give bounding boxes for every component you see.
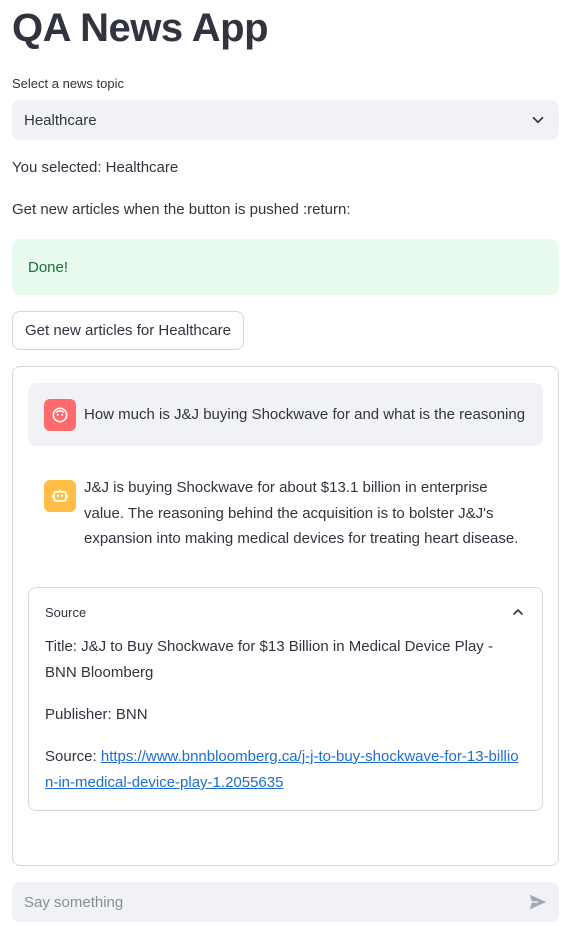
source-expander: Source Title: J&J to Buy Shockwave for $… — [28, 587, 543, 811]
topic-select-label: Select a news topic — [12, 76, 125, 91]
source-details: Title: J&J to Buy Shockwave for $13 Bill… — [45, 634, 526, 812]
user-face-icon — [44, 398, 76, 431]
send-icon[interactable] — [527, 891, 549, 913]
chat-message-user: How much is J&J buying Shockwave for and… — [28, 383, 543, 446]
get-articles-button[interactable]: Get new articles for Healthcare — [12, 311, 244, 350]
source-expander-header[interactable]: Source — [45, 602, 526, 622]
success-alert: Done! — [12, 239, 559, 295]
topic-select[interactable]: Healthcare — [12, 100, 559, 140]
source-link-line: Source: https://www.bnnbloomberg.ca/j-j-… — [45, 744, 526, 796]
chat-message-assistant: J&J is buying Shockwave for about $13.1 … — [28, 475, 543, 552]
source-prefix: Source: — [45, 748, 101, 765]
robot-icon — [44, 480, 76, 512]
chat-container: How much is J&J buying Shockwave for and… — [12, 366, 559, 866]
assistant-message-text: J&J is buying Shockwave for about $13.1 … — [84, 479, 519, 547]
chevron-down-icon — [532, 116, 544, 124]
chevron-up-icon — [513, 609, 523, 615]
topic-select-value: Healthcare — [24, 111, 97, 129]
chat-input-bar — [12, 882, 559, 922]
success-message: Done! — [28, 258, 69, 276]
source-url-link[interactable]: https://www.bnnbloomberg.ca/j-j-to-buy-s… — [45, 748, 519, 791]
page-title: QA News App — [12, 6, 269, 50]
source-publisher: Publisher: BNN — [45, 706, 148, 723]
instruction-text: Get new articles when the button is push… — [12, 201, 351, 218]
user-message-text: How much is J&J buying Shockwave for and… — [84, 406, 526, 423]
source-title: Title: J&J to Buy Shockwave for $13 Bill… — [45, 638, 493, 681]
selected-topic-text: You selected: Healthcare — [12, 159, 179, 176]
source-expander-label: Source — [45, 604, 87, 620]
chat-input[interactable] — [22, 892, 527, 912]
